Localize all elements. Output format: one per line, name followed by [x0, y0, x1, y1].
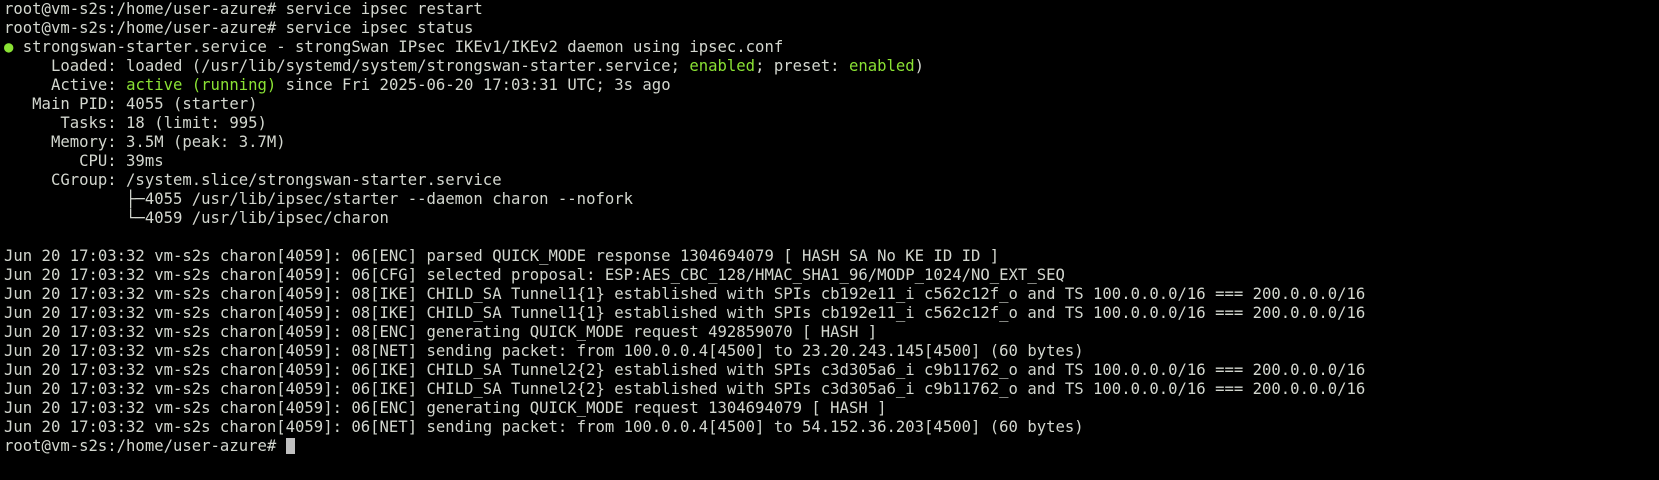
- prompt: root@vm-s2s:/home/user-azure#: [4, 0, 277, 18]
- tasks-line: Tasks: 18 (limit: 995): [4, 114, 267, 132]
- memory-line: Memory: 3.5M (peak: 3.7M): [4, 133, 286, 151]
- cpu-line: CPU: 39ms: [4, 152, 164, 170]
- command-line-status: root@vm-s2s:/home/user-azure# service ip…: [4, 19, 1659, 38]
- log-line: Jun 20 17:03:32 vm-s2s charon[4059]: 08[…: [4, 342, 1084, 360]
- loaded-text: ; preset:: [755, 57, 849, 75]
- text-cursor[interactable]: [285, 438, 295, 454]
- prompt: root@vm-s2s:/home/user-azure#: [4, 19, 277, 37]
- unit-description: strongswan-starter.service - strongSwan …: [13, 38, 784, 56]
- main-pid-line: Main PID: 4055 (starter): [4, 95, 258, 113]
- log-line: Jun 20 17:03:32 vm-s2s charon[4059]: 08[…: [4, 304, 1366, 322]
- current-prompt-line[interactable]: root@vm-s2s:/home/user-azure#: [4, 437, 1659, 456]
- terminal-window[interactable]: root@vm-s2s:/home/user-azure# service ip…: [0, 0, 1659, 480]
- cgroup-child-line: ├─4055 /usr/lib/ipsec/starter --daemon c…: [4, 190, 634, 208]
- status-dot-icon: ●: [4, 38, 14, 56]
- enabled-status: enabled: [689, 57, 756, 75]
- log-line: Jun 20 17:03:32 vm-s2s charon[4059]: 06[…: [4, 247, 1000, 265]
- log-line: Jun 20 17:03:32 vm-s2s charon[4059]: 06[…: [4, 266, 1065, 284]
- cgroup-line: CGroup: /system.slice/strongswan-starter…: [4, 171, 502, 189]
- log-line: Jun 20 17:03:32 vm-s2s charon[4059]: 06[…: [4, 361, 1366, 379]
- preset-status: enabled: [848, 57, 915, 75]
- log-line: Jun 20 17:03:32 vm-s2s charon[4059]: 08[…: [4, 285, 1366, 303]
- active-state: active (running): [126, 76, 277, 94]
- command-line-restart: root@vm-s2s:/home/user-azure# service ip…: [4, 0, 1659, 19]
- log-line: Jun 20 17:03:32 vm-s2s charon[4059]: 06[…: [4, 418, 1084, 436]
- unit-header-line: ● strongswan-starter.service - strongSwa…: [4, 38, 1659, 57]
- log-line: Jun 20 17:03:32 vm-s2s charon[4059]: 06[…: [4, 399, 887, 417]
- log-line: Jun 20 17:03:32 vm-s2s charon[4059]: 08[…: [4, 323, 878, 341]
- loaded-text: ): [914, 57, 925, 75]
- active-since: since Fri 2025-06-20 17:03:31 UTC; 3s ag…: [276, 76, 671, 94]
- active-line: Active: active (running) since Fri 2025-…: [4, 76, 1659, 95]
- active-label: Active:: [4, 76, 127, 94]
- loaded-line: Loaded: loaded (/usr/lib/systemd/system/…: [4, 57, 1659, 76]
- command-text: service ipsec restart: [276, 0, 483, 18]
- command-text: service ipsec status: [276, 19, 474, 37]
- cgroup-child-line: └─4059 /usr/lib/ipsec/charon: [4, 209, 389, 227]
- log-line: Jun 20 17:03:32 vm-s2s charon[4059]: 06[…: [4, 380, 1366, 398]
- loaded-text: Loaded: loaded (/usr/lib/systemd/system/…: [4, 57, 690, 75]
- prompt: root@vm-s2s:/home/user-azure#: [4, 437, 277, 455]
